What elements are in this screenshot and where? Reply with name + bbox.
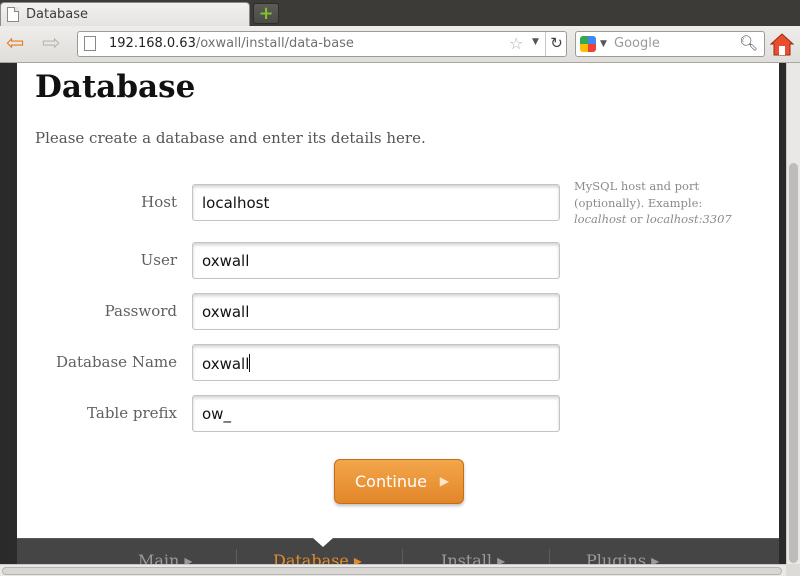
- chevron-right-icon: ▶: [439, 474, 449, 488]
- search-bar[interactable]: ▼ Google 🔍︎: [575, 31, 765, 57]
- hint-example-1: localhost: [574, 212, 627, 226]
- step-label: Install: [441, 551, 493, 564]
- step-install[interactable]: Install ▸: [441, 551, 505, 564]
- step-label: Plugins: [586, 551, 647, 564]
- vertical-scrollbar[interactable]: [786, 63, 800, 564]
- step-divider: [236, 549, 237, 564]
- host-hint: MySQL host and port (optionally). Exampl…: [574, 178, 754, 228]
- install-steps-bar: Main ▸ Database ▸ Install ▸ Plugins ▸: [17, 538, 779, 564]
- step-label: Database: [273, 551, 349, 564]
- table-prefix-input[interactable]: ow_: [192, 395, 560, 432]
- back-arrow-icon[interactable]: ⇦: [6, 33, 24, 55]
- history-dropdown-icon[interactable]: ▼: [532, 37, 539, 47]
- step-label: Main: [138, 551, 180, 564]
- tab-title: Database: [26, 7, 89, 22]
- vertical-scroll-thumb[interactable]: [789, 163, 798, 563]
- reload-icon[interactable]: ↻: [545, 32, 567, 56]
- page-icon: [84, 36, 96, 51]
- table-prefix-label: Table prefix: [87, 404, 177, 422]
- step-database[interactable]: Database ▸: [273, 551, 362, 564]
- step-divider: [402, 549, 403, 564]
- horizontal-scrollbar[interactable]: [0, 564, 786, 576]
- password-label: Password: [104, 302, 177, 320]
- page-viewport: Database Please create a database and en…: [0, 63, 786, 564]
- step-main[interactable]: Main ▸: [138, 551, 192, 564]
- hint-example-2: localhost:3307: [646, 212, 732, 226]
- browser-tab[interactable]: Database: [0, 2, 250, 26]
- forward-arrow-icon[interactable]: ⇨: [42, 33, 60, 55]
- horizontal-scroll-thumb[interactable]: [2, 567, 782, 575]
- scrollbar-corner: [786, 564, 800, 576]
- password-input[interactable]: oxwall: [192, 293, 560, 330]
- url-host: 192.168.0.63: [109, 36, 196, 51]
- bookmark-star-icon[interactable]: ☆: [509, 34, 523, 53]
- host-input[interactable]: localhost: [192, 184, 560, 221]
- home-icon[interactable]: [768, 30, 796, 58]
- page-icon: [7, 7, 19, 22]
- text-cursor: [249, 354, 251, 372]
- hint-or: or: [626, 212, 647, 226]
- navigation-bar: ⇦ ⇨ 192.168.0.63/oxwall/install/data-bas…: [0, 26, 800, 63]
- search-engine-dropdown-icon[interactable]: ▼: [600, 39, 607, 49]
- url-text[interactable]: 192.168.0.63/oxwall/install/data-base: [109, 36, 354, 51]
- install-panel: Database Please create a database and en…: [17, 63, 779, 538]
- continue-button[interactable]: Continue ▶: [334, 459, 464, 504]
- active-step-pointer: [313, 538, 333, 547]
- user-label: User: [140, 251, 177, 269]
- user-input[interactable]: oxwall: [192, 242, 560, 279]
- magnifier-icon[interactable]: 🔍︎: [739, 34, 758, 52]
- intro-text: Please create a database and enter its d…: [35, 129, 426, 147]
- host-label: Host: [141, 193, 177, 211]
- step-divider: [549, 549, 550, 564]
- page-title: Database: [35, 69, 196, 105]
- search-input[interactable]: Google: [614, 36, 660, 51]
- address-bar[interactable]: 192.168.0.63/oxwall/install/data-base ☆ …: [77, 31, 567, 57]
- database-name-label: Database Name: [56, 353, 177, 371]
- google-icon[interactable]: [580, 36, 596, 52]
- step-plugins[interactable]: Plugins ▸: [586, 551, 659, 564]
- database-name-value: oxwall: [202, 355, 250, 373]
- tab-bar: Database +: [0, 0, 800, 26]
- database-name-input[interactable]: oxwall: [192, 344, 560, 381]
- url-path: /oxwall/install/data-base: [195, 36, 354, 51]
- hint-text: MySQL host and port (optionally). Exampl…: [574, 179, 703, 210]
- continue-label: Continue: [355, 472, 427, 491]
- new-tab-button[interactable]: +: [253, 3, 279, 24]
